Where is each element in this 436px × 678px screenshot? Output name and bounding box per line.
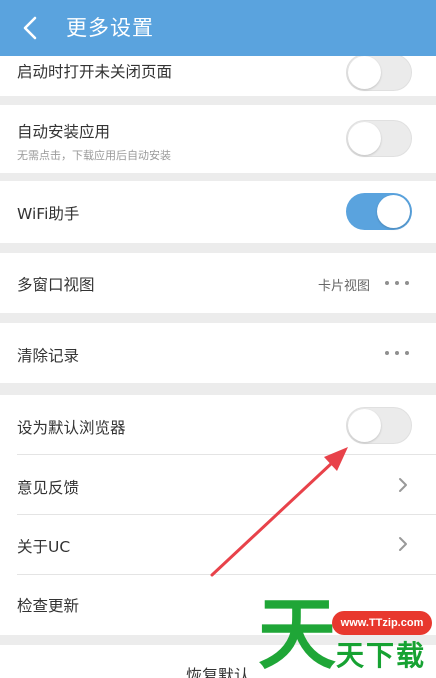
back-arrow-icon [23, 16, 37, 40]
setting-multi-window[interactable]: 多窗口视图 卡片视图 [0, 253, 436, 313]
setting-default-browser: 设为默认浏览器 [0, 395, 436, 455]
toggle-knob [348, 56, 381, 89]
setting-label: 清除记录 [17, 347, 80, 365]
setting-label: 设为默认浏览器 [17, 419, 126, 437]
setting-label: 多窗口视图 [17, 276, 95, 294]
chevron-right-icon [399, 537, 407, 551]
toggle-knob [348, 409, 381, 442]
page-title: 更多设置 [66, 16, 154, 40]
more-dots-icon[interactable] [385, 281, 411, 287]
setting-about[interactable]: 关于UC [0, 515, 436, 575]
auto-install-toggle[interactable] [346, 120, 412, 157]
back-button[interactable] [14, 10, 50, 46]
more-dots-icon[interactable] [385, 351, 411, 357]
setting-feedback[interactable]: 意见反馈 [0, 455, 436, 515]
settings-screen: 更多设置 启动时打开未关闭页面 自动安装应用 无需点击，下载应用后自动安装 Wi… [0, 0, 436, 678]
setting-label: 自动安装应用 [17, 123, 111, 141]
default-browser-toggle[interactable] [346, 407, 412, 444]
app-header: 更多设置 [0, 0, 436, 56]
watermark-url: www.TTzip.com [332, 611, 432, 635]
setting-label: 检查更新 [17, 597, 80, 615]
setting-label: 关于UC [17, 538, 71, 556]
setting-value: 卡片视图 [317, 279, 370, 294]
toggle-knob [348, 122, 381, 155]
setting-label: 启动时打开未关闭页面 [17, 63, 173, 81]
open-unclosed-toggle[interactable] [346, 54, 412, 91]
setting-label: WiFi助手 [17, 205, 80, 223]
toggle-knob [377, 195, 410, 228]
wifi-helper-toggle[interactable] [346, 193, 412, 230]
setting-wifi-helper: WiFi助手 [0, 181, 436, 243]
setting-label: 意见反馈 [17, 479, 80, 497]
watermark-logo-char: 天 [258, 590, 337, 678]
chevron-right-icon [399, 478, 407, 492]
setting-clear-records[interactable]: 清除记录 [0, 323, 436, 383]
setting-description: 无需点击，下载应用后自动安装 [17, 149, 171, 162]
setting-auto-install: 自动安装应用 无需点击，下载应用后自动安装 [0, 105, 436, 173]
watermark-site-name: 天下载 [336, 639, 427, 672]
site-watermark-logo: 天 www.TTzip.com 天下载 [258, 592, 436, 678]
